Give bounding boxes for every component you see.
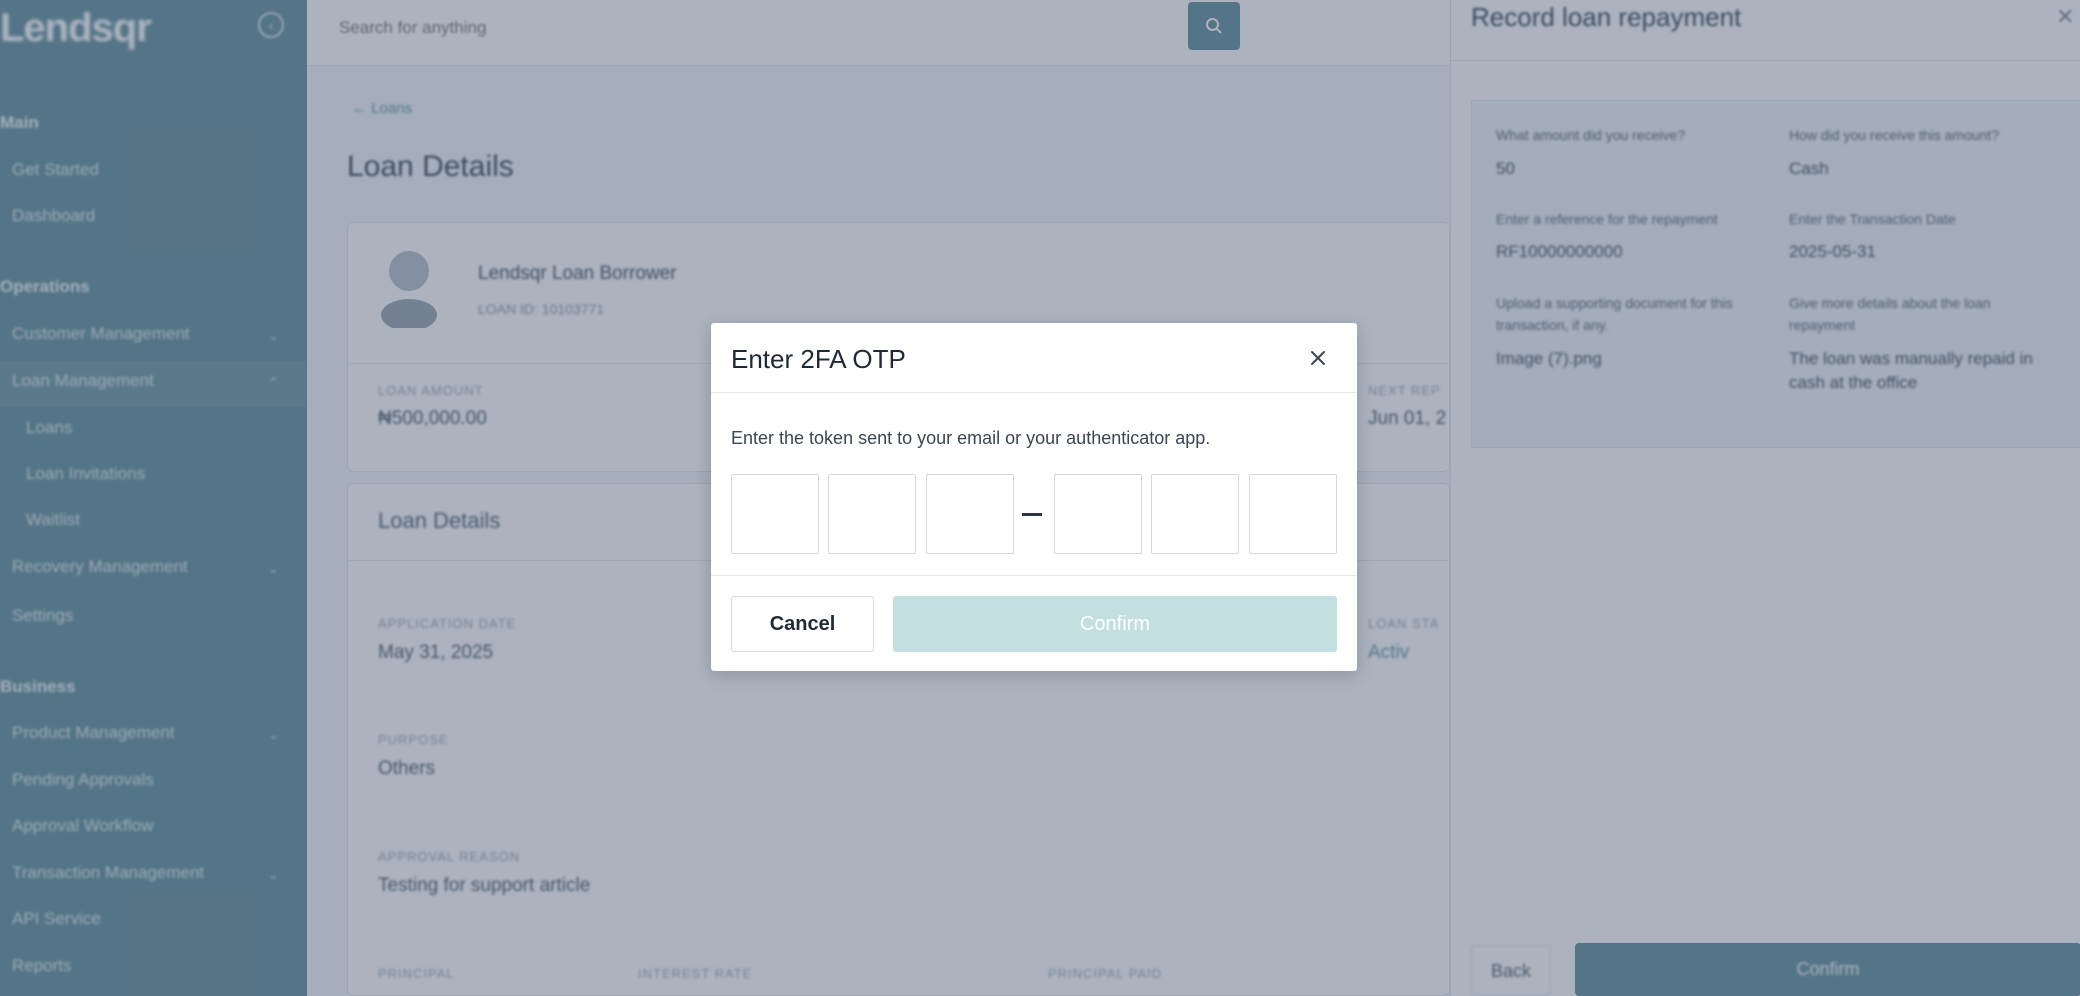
- modal-close-button[interactable]: [1303, 343, 1333, 373]
- otp-modal: Enter 2FA OTP Enter the token sent to yo…: [711, 323, 1357, 671]
- otp-digit-5[interactable]: [1151, 474, 1239, 554]
- otp-digit-1[interactable]: [731, 474, 819, 554]
- confirm-button[interactable]: Confirm: [893, 596, 1337, 652]
- modal-description: Enter the token sent to your email or yo…: [731, 428, 1211, 448]
- otp-digit-4[interactable]: [1054, 474, 1142, 554]
- otp-digit-6[interactable]: [1249, 474, 1337, 554]
- close-icon: [1311, 351, 1325, 365]
- modal-divider: [711, 575, 1357, 576]
- otp-digit-3[interactable]: [926, 474, 1014, 554]
- cancel-button[interactable]: Cancel: [731, 596, 874, 652]
- modal-header: Enter 2FA OTP: [711, 323, 1357, 393]
- otp-digit-2[interactable]: [828, 474, 916, 554]
- otp-separator: [1022, 513, 1042, 516]
- modal-title: Enter 2FA OTP: [731, 344, 906, 374]
